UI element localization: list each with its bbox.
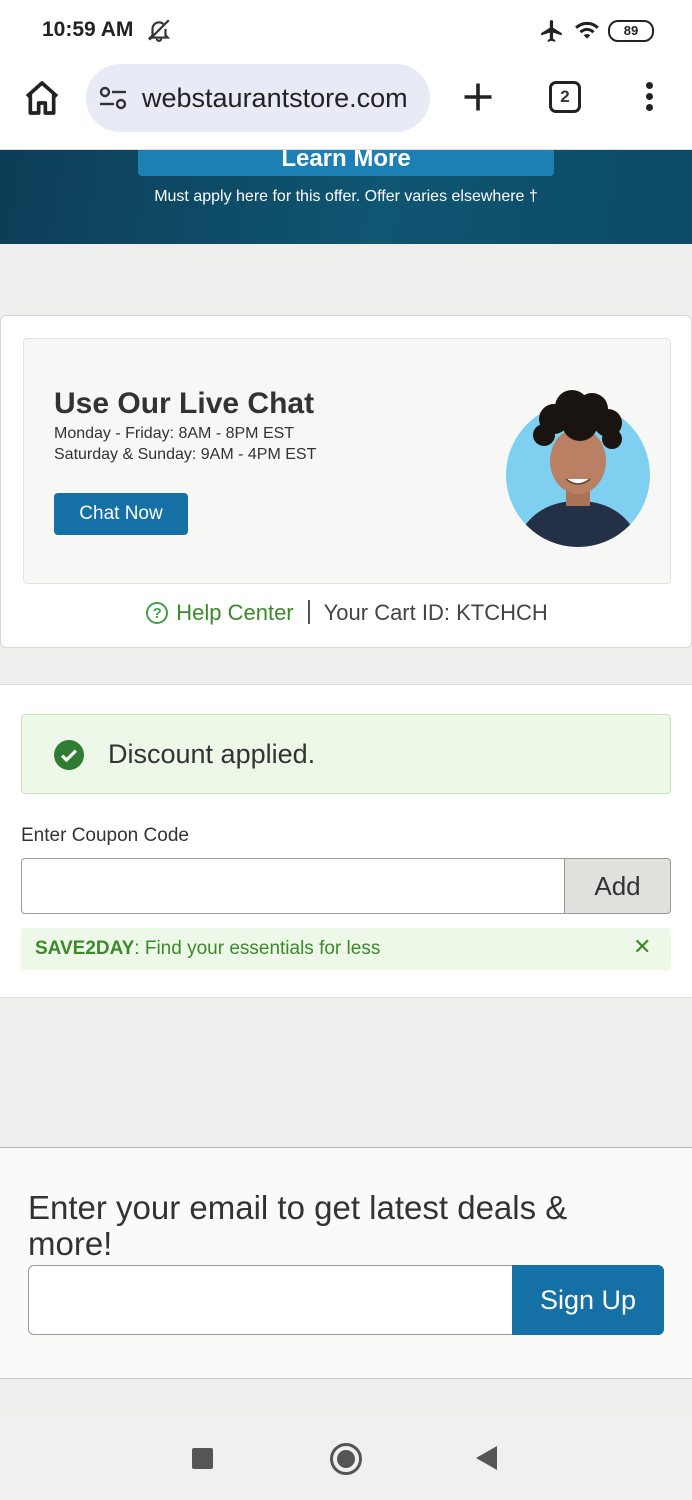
url-text[interactable]: webstaurantstore.com [142, 83, 422, 114]
live-chat-panel: Use Our Live Chat Monday - Friday: 8AM -… [23, 338, 671, 584]
newsletter-section: Enter your email to get latest deals & m… [0, 1147, 692, 1379]
help-center-link[interactable]: Help Center [176, 600, 293, 625]
site-settings-icon[interactable] [98, 85, 128, 111]
plus-icon[interactable] [460, 79, 496, 115]
support-agent-avatar [506, 390, 650, 547]
nav-recents-icon[interactable] [192, 1448, 213, 1469]
battery-icon: 89 [608, 20, 654, 42]
applied-promo-row: SAVE2DAY: Find your essentials for less … [21, 928, 671, 970]
sign-up-button[interactable]: Sign Up [512, 1265, 664, 1335]
airplane-icon [541, 20, 562, 42]
browser-toolbar: webstaurantstore.com 2 [0, 62, 692, 150]
newsletter-title: Enter your email to get latest deals & m… [28, 1189, 568, 1262]
home-icon[interactable] [22, 78, 62, 118]
promo-note: Must apply here for this offer. Offer va… [154, 188, 538, 205]
cart-id: Your Cart ID: KTCHCH [323, 600, 548, 625]
check-circle-icon [54, 740, 84, 770]
discount-alert: Discount applied. [21, 714, 671, 794]
coupon-input[interactable] [21, 858, 564, 914]
bell-off-icon [147, 19, 171, 42]
chat-now-button[interactable]: Chat Now [54, 493, 188, 535]
promo-description: : Find your essentials for less [134, 938, 381, 959]
nav-home-icon[interactable] [330, 1443, 362, 1475]
wifi-icon [575, 21, 599, 39]
address-bar[interactable]: webstaurantstore.com [86, 64, 430, 132]
help-circle-icon[interactable]: ? [146, 602, 169, 624]
live-chat-title: Use Our Live Chat [54, 387, 315, 420]
system-nav-bar [0, 1416, 692, 1500]
learn-more-button[interactable]: Learn More [138, 150, 554, 176]
more-vert-icon[interactable] [636, 79, 662, 117]
promo-code: SAVE2DAY [35, 938, 135, 959]
divider [307, 600, 310, 624]
coupon-label: Enter Coupon Code [21, 825, 189, 846]
discount-message: Discount applied. [108, 739, 316, 769]
help-row: ? Help Center Your Cart ID: KTCHCH [1, 600, 692, 626]
status-time: 10:59 AM [42, 18, 134, 41]
support-card: Use Our Live Chat Monday - Friday: 8AM -… [0, 315, 692, 648]
status-bar: 10:59 AM 89 [0, 0, 692, 62]
promo-code-text: SAVE2DAY: Find your essentials for less [35, 938, 380, 960]
coupon-section: Discount applied. Enter Coupon Code Add … [0, 684, 692, 998]
add-coupon-button[interactable]: Add [564, 858, 671, 914]
tab-switcher-button[interactable]: 2 [549, 81, 581, 113]
weekday-hours: Monday - Friday: 8AM - 8PM EST [54, 425, 295, 442]
promo-banner: Learn More Must apply here for this offe… [0, 150, 692, 244]
close-icon[interactable]: ✕ [633, 934, 651, 960]
weekend-hours: Saturday & Sunday: 9AM - 4PM EST [54, 446, 317, 463]
email-field[interactable] [28, 1265, 512, 1335]
nav-back-icon[interactable] [476, 1446, 497, 1470]
